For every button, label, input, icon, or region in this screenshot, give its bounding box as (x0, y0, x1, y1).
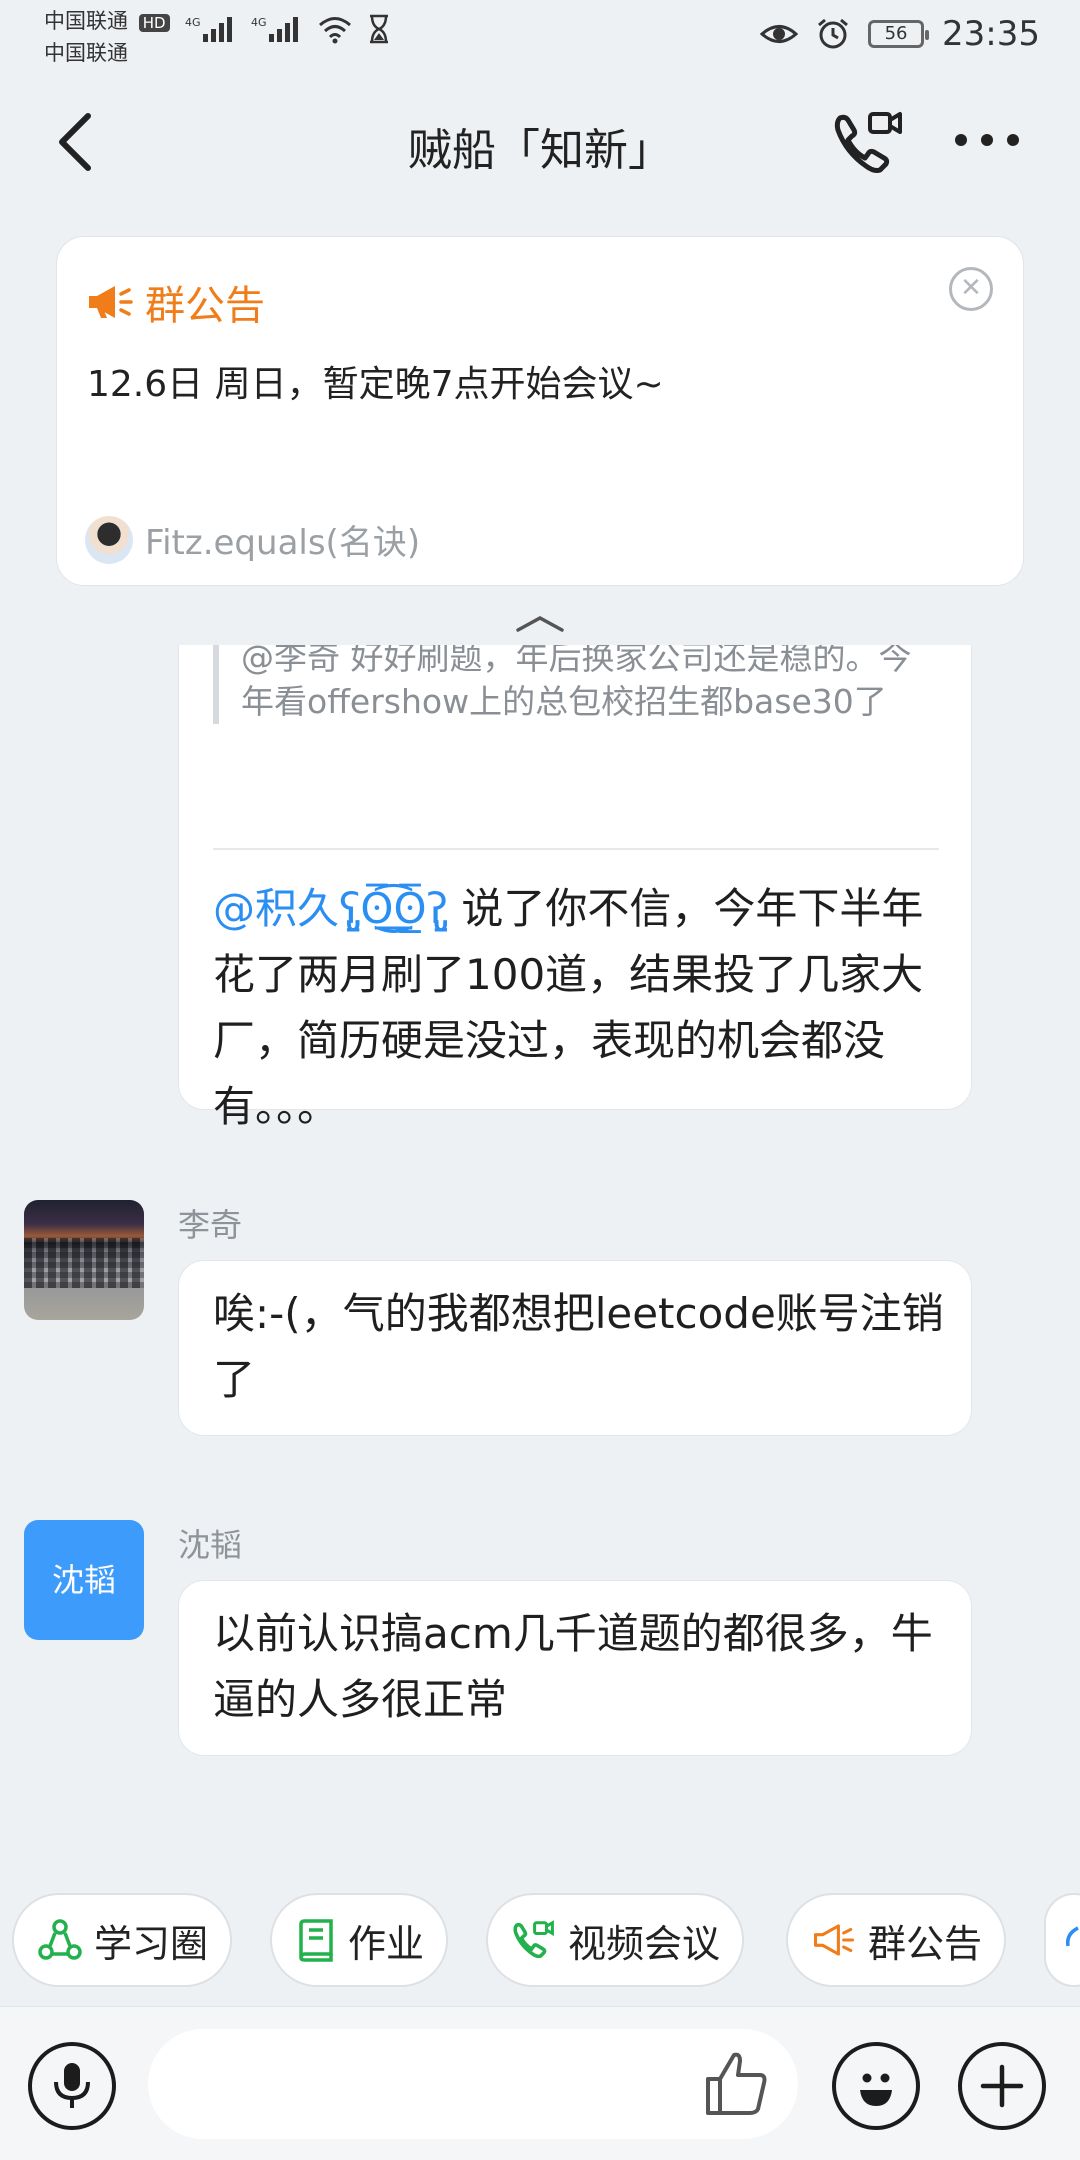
microphone-icon (54, 2063, 90, 2108)
author-name: Fitz.equals(名诀) (145, 523, 421, 563)
avatar (85, 515, 133, 564)
announcement-header: 群公告 (85, 273, 265, 331)
message-bubble[interactable]: @李奇 好好刷题，年后换家公司还是稳的。今年看offershow上的总包校招生都… (178, 645, 972, 1131)
group-announcement-card[interactable]: 群公告 ✕ 12.6日 周日，暂定晚7点开始会议~ Fitz.equals(名诀… (56, 236, 1024, 586)
carrier-2: 中国联通 (44, 41, 128, 65)
partial-icon (1065, 1926, 1079, 1947)
eye-icon (760, 25, 799, 43)
message-text: 以前认识搞acm几千道题的都很多，牛逼的人多很正常 (213, 1609, 933, 1724)
signal-icon: 4G (185, 16, 232, 42)
sender-name: 李奇 (178, 1206, 243, 1244)
chip-video-meeting[interactable]: 视频会议 (486, 1893, 745, 1987)
dot-icon (981, 134, 993, 146)
message-text: @积久ʕ̡̢̡ʘ̅͟͜͡ʘ̲̅ʔ̢̡̢ 说了你不信，今年下半年花了两月刷了100… (213, 876, 943, 1140)
chip-label: 视频会议 (568, 1921, 721, 1966)
sender-name: 沈韬 (178, 1526, 243, 1564)
chip-group-announcement[interactable]: 群公告 (786, 1893, 1007, 1987)
chip-label: 群公告 (868, 1921, 983, 1966)
status-bar: 中国联通 HD 中国联通 4G 4G 56 23:35 (0, 0, 1080, 72)
carrier-1: 中国联通 (44, 9, 128, 33)
video-call-icon[interactable] (832, 108, 906, 178)
add-button[interactable] (958, 2042, 1046, 2130)
hd-badge: HD (138, 14, 170, 32)
divider (213, 848, 939, 850)
chip-more[interactable] (1044, 1893, 1080, 1987)
quick-actions-bar: 学习圈 作业 视频会议 群公告 (0, 1893, 1080, 1989)
thumbs-up-icon[interactable] (700, 2047, 774, 2121)
svg-text:4G: 4G (185, 16, 201, 29)
message-list[interactable]: @李奇 好好刷题，年后换家公司还是稳的。今年看offershow上的总包校招生都… (0, 645, 1080, 1880)
chip-study-circle[interactable]: 学习圈 (12, 1893, 233, 1987)
avatar[interactable] (24, 1200, 144, 1320)
signal-icons: 4G 4G (185, 14, 391, 44)
megaphone-icon (89, 286, 133, 318)
carrier-info: 中国联通 HD 中国联通 (44, 6, 170, 68)
chat-header: 贼船「知新」 (0, 72, 1080, 212)
input-bar (0, 2006, 1080, 2160)
svg-text:4G: 4G (251, 16, 267, 29)
megaphone-icon (813, 1924, 855, 1956)
circle-nodes-icon (38, 1919, 82, 1960)
more-options-button[interactable] (955, 134, 1025, 154)
announcement-author: Fitz.equals(名诀) (85, 515, 420, 564)
message-bubble[interactable]: 以前认识搞acm几千道题的都很多，牛逼的人多很正常 (178, 1580, 972, 1756)
chat-title: 贼船「知新」 (408, 125, 672, 176)
emoji-button[interactable] (832, 2042, 920, 2130)
book-icon (299, 1919, 333, 1962)
dot-icon (1007, 134, 1019, 146)
message-bubble[interactable]: 唉:-(，气的我都想把leetcode账号注销了 (178, 1260, 972, 1436)
video-call-icon (513, 1920, 554, 1959)
status-right: 56 23:35 (760, 14, 1040, 54)
dot-icon (955, 134, 967, 146)
wifi-icon (319, 17, 351, 44)
signal-icon: 4G (251, 16, 298, 42)
mention-link[interactable]: @积久ʕ̡̢̡ʘ̅͟͜͡ʘ̲̅ʔ̢̡̢ (213, 884, 448, 933)
smiley-icon (860, 2073, 892, 2106)
quoted-message: @李奇 好好刷题，年后换家公司还是稳的。今年看offershow上的总包校招生都… (213, 645, 913, 724)
hourglass-icon (370, 14, 388, 44)
alarm-icon (818, 18, 848, 49)
chip-label: 学习圈 (94, 1921, 209, 1966)
chip-homework[interactable]: 作业 (270, 1893, 449, 1987)
announcement-text: 12.6日 周日，暂定晚7点开始会议~ (87, 364, 664, 405)
chevron-up-icon[interactable] (512, 612, 568, 636)
message-text: 唉:-(，气的我都想把leetcode账号注销了 (213, 1289, 944, 1404)
avatar[interactable]: 沈韬 (24, 1520, 144, 1640)
voice-button[interactable] (28, 2042, 116, 2130)
close-icon[interactable]: ✕ (949, 267, 993, 311)
announcement-label: 群公告 (145, 283, 265, 329)
battery-indicator: 56 (868, 20, 930, 48)
chip-label: 作业 (348, 1921, 425, 1966)
plus-icon (980, 2064, 1024, 2108)
status-time: 23:35 (942, 14, 1040, 54)
